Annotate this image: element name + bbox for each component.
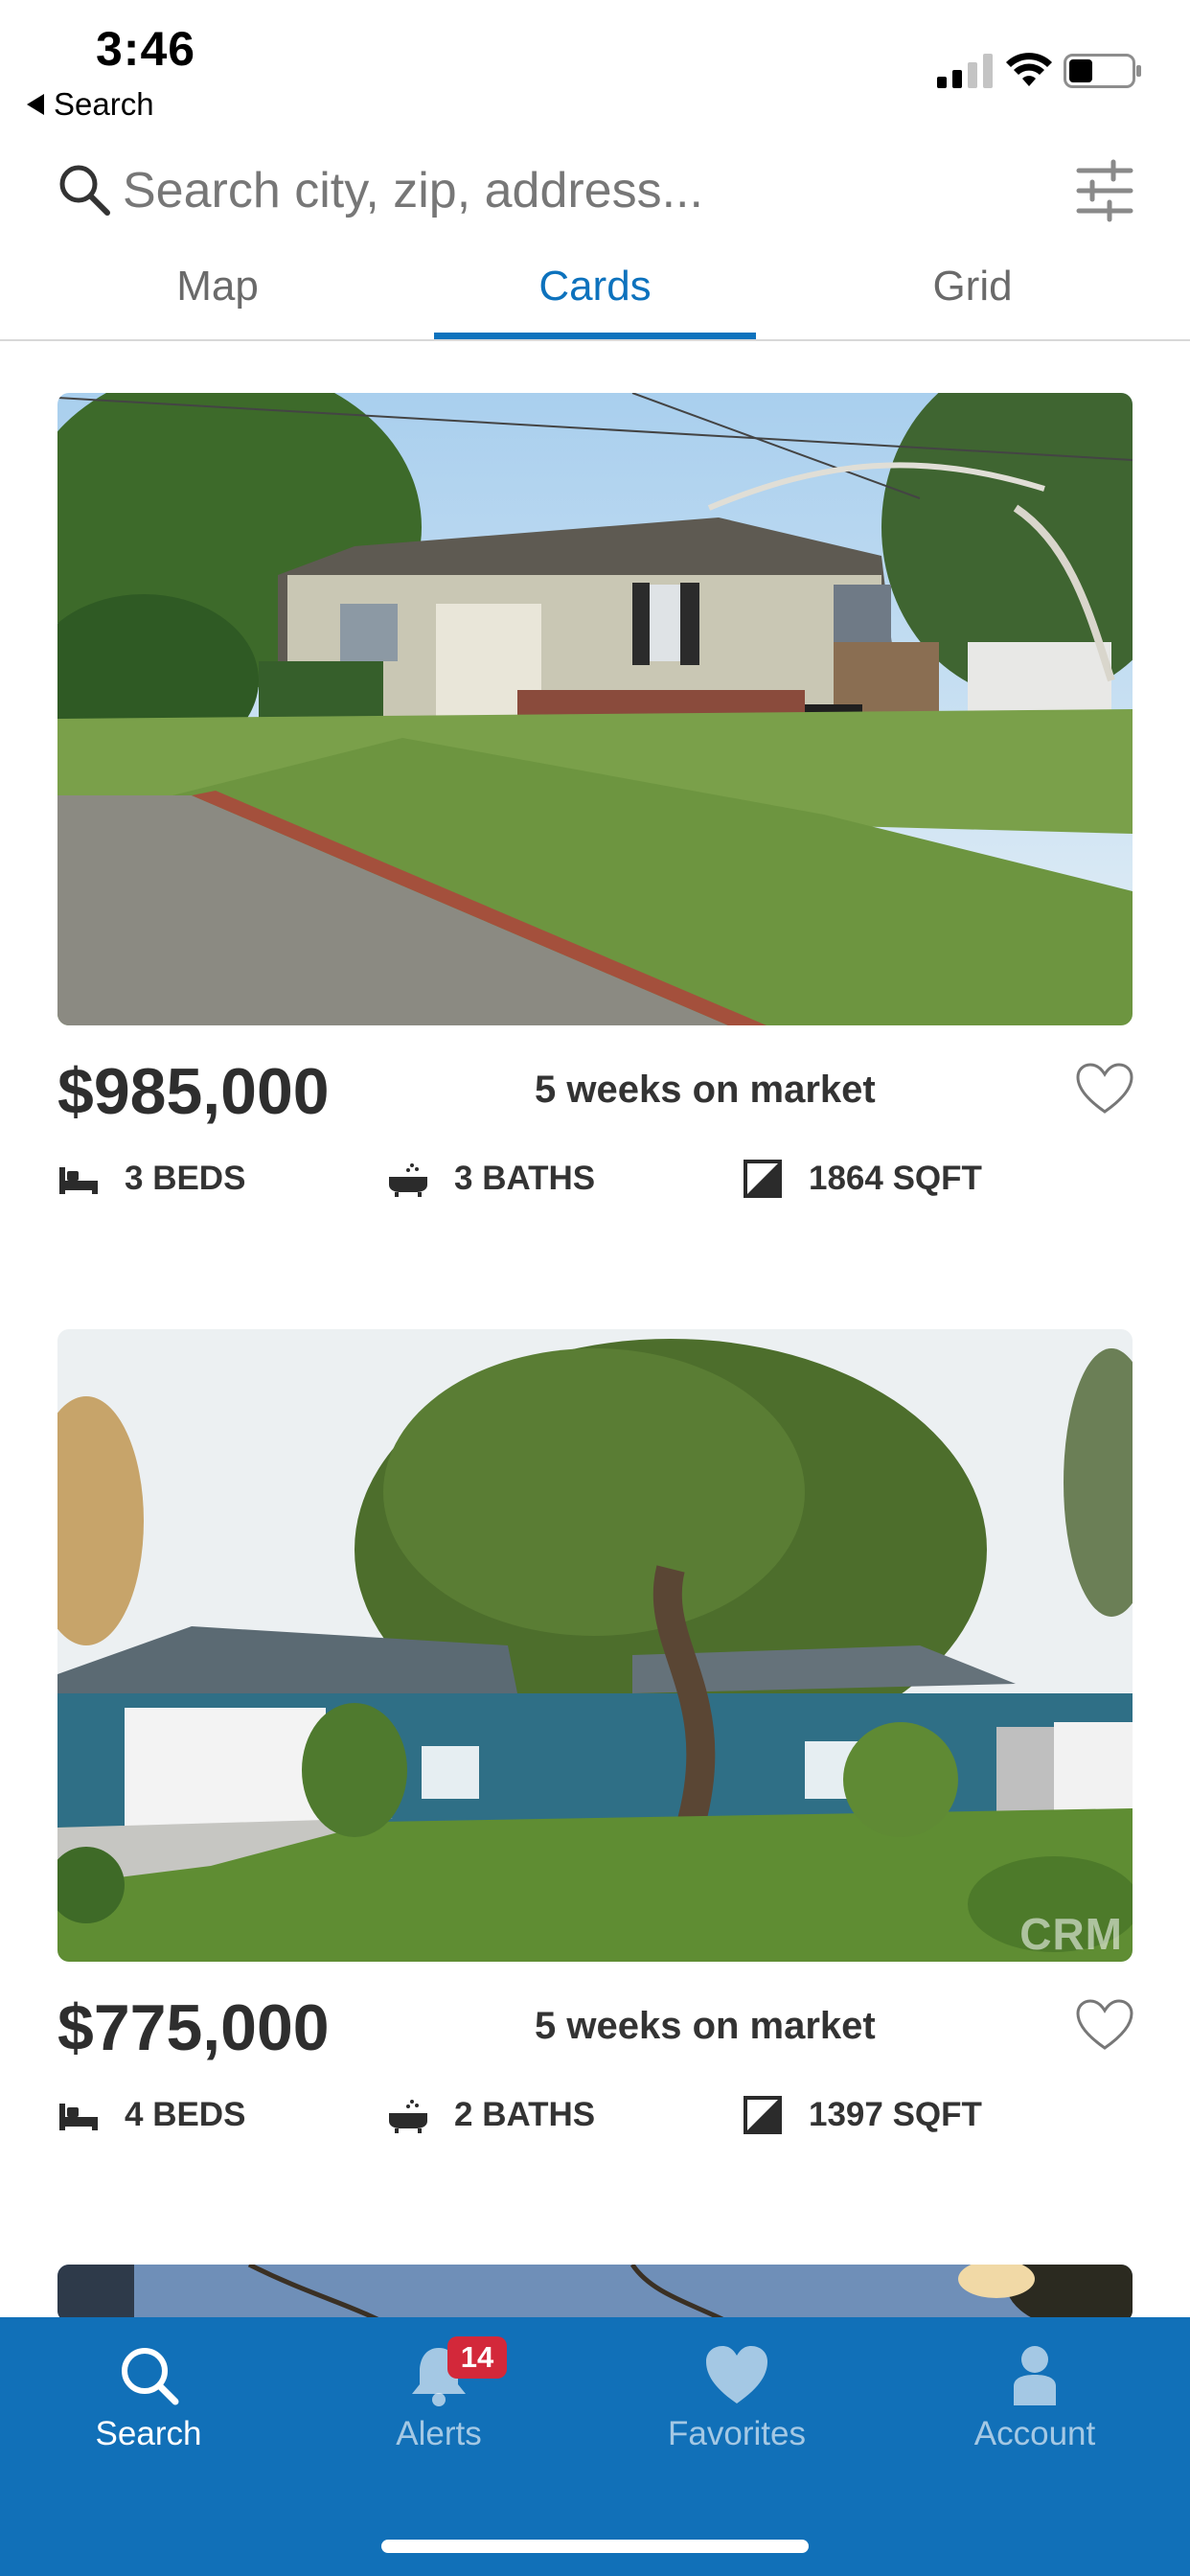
house-photo-image	[57, 393, 1133, 1025]
favorite-heart-icon[interactable]	[1075, 1998, 1134, 2052]
beds-fact: 3 BEDS	[57, 1160, 245, 1198]
listing-facts: 3 BEDS 3 BATHS 1864 SQFT	[57, 1160, 1133, 1217]
listing-card[interactable]: $985,000 5 weeks on market 3 BEDS 3 BATH…	[57, 393, 1133, 1198]
status-time: 3:46	[96, 22, 196, 76]
filter-sliders-icon[interactable]	[1071, 157, 1138, 224]
sqft-fact: 1397 SQFT	[742, 2096, 982, 2134]
search-icon	[122, 2348, 179, 2405]
beds-label: 4 BEDS	[125, 2096, 246, 2133]
listing-card[interactable]	[57, 2265, 1133, 2322]
bottom-tab-bar: Search 14 Alerts Favorites Account	[0, 2317, 1190, 2576]
listing-photo[interactable]	[57, 2265, 1133, 2322]
listing-photo[interactable]	[57, 393, 1133, 1025]
nav-search-label: Search	[95, 2415, 202, 2452]
tab-map[interactable]: Map	[0, 263, 435, 341]
back-to-search-link[interactable]: Search	[27, 86, 154, 123]
days-on-market: 5 weeks on market	[535, 2005, 876, 2047]
sqft-label: 1864 SQFT	[809, 1160, 982, 1197]
square-footage-icon	[744, 2096, 782, 2134]
baths-label: 2 BATHS	[454, 2096, 596, 2133]
status-bar: 3:46 Search	[0, 0, 1190, 134]
nav-account-label: Account	[973, 2415, 1096, 2452]
alerts-count-badge: 14	[447, 2336, 507, 2379]
nav-favorites-label: Favorites	[668, 2415, 806, 2452]
photo-watermark: CRM	[1019, 1909, 1123, 1959]
nav-search[interactable]: Search	[0, 2342, 297, 2453]
listing-card[interactable]: CRM $775,000 5 weeks on market 4 BEDS 2 …	[57, 1329, 1133, 2134]
nav-alerts[interactable]: 14 Alerts	[290, 2336, 587, 2453]
search-bar	[0, 144, 1190, 240]
beds-fact: 4 BEDS	[57, 2096, 245, 2134]
nav-account[interactable]: Account	[886, 2342, 1183, 2453]
house-photo-image	[57, 1329, 1133, 1962]
sqft-label: 1397 SQFT	[809, 2096, 982, 2133]
app-screen: 3:46 Search Search city, zip, address...…	[0, 0, 1190, 2576]
sqft-fact: 1864 SQFT	[742, 1160, 982, 1198]
battery-icon	[1064, 54, 1141, 88]
baths-fact: 3 BATHS	[387, 1160, 595, 1198]
nav-favorites[interactable]: Favorites	[588, 2342, 885, 2453]
active-tab-indicator	[434, 333, 756, 339]
bathtub-icon	[389, 1163, 427, 1197]
nav-alerts-label: Alerts	[396, 2415, 482, 2452]
favorite-heart-icon[interactable]	[1075, 1062, 1134, 1116]
listing-price: $985,000	[57, 1055, 330, 1128]
house-photo-image	[57, 2265, 1133, 2322]
square-footage-icon	[744, 1160, 782, 1198]
tab-cards[interactable]: Cards	[435, 263, 755, 341]
bed-icon	[59, 2104, 98, 2130]
wifi-icon	[1006, 53, 1052, 86]
days-on-market: 5 weeks on market	[535, 1069, 876, 1111]
listing-price: $775,000	[57, 1991, 330, 2064]
tab-grid[interactable]: Grid	[755, 263, 1190, 341]
search-input[interactable]	[123, 157, 1042, 224]
bed-icon	[59, 1167, 98, 1194]
search-icon	[59, 165, 110, 216]
person-icon	[1014, 2346, 1056, 2405]
listing-photo[interactable]: CRM	[57, 1329, 1133, 1962]
home-indicator[interactable]	[381, 2540, 809, 2553]
baths-label: 3 BATHS	[454, 1160, 596, 1197]
view-tabs: Map Cards Grid	[0, 251, 1190, 341]
back-arrow-icon	[27, 94, 44, 115]
cellular-signal-icon	[937, 54, 993, 88]
baths-fact: 2 BATHS	[387, 2096, 595, 2134]
heart-icon	[706, 2346, 767, 2404]
beds-label: 3 BEDS	[125, 1160, 246, 1197]
back-link-label: Search	[54, 86, 154, 122]
listing-facts: 4 BEDS 2 BATHS 1397 SQFT	[57, 2096, 1133, 2153]
bathtub-icon	[389, 2100, 427, 2133]
